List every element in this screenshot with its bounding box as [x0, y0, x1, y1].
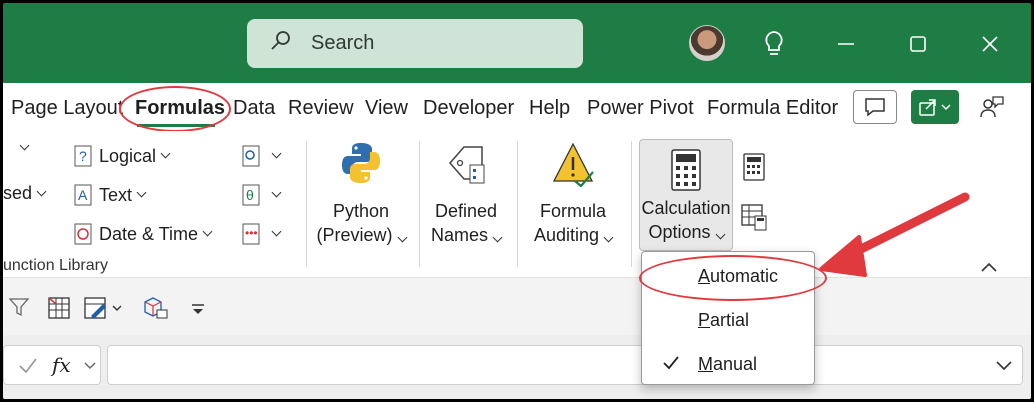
function-button-cut[interactable]: sed	[3, 183, 47, 204]
filter-icon[interactable]	[8, 296, 31, 323]
date-time-button[interactable]: Date & Time	[73, 223, 213, 245]
tab-help[interactable]: Help	[529, 97, 570, 120]
chevron-down-icon[interactable]	[84, 361, 96, 371]
group-separator	[631, 141, 632, 267]
table-icon[interactable]	[47, 296, 71, 325]
comment-icon	[865, 98, 885, 117]
lightbulb-icon[interactable]	[759, 29, 789, 59]
formula-controls: fx	[3, 345, 101, 385]
group-separator	[419, 141, 420, 267]
formula-auditing-button[interactable]: Formula Auditing	[525, 141, 621, 247]
lookup-icon	[241, 145, 261, 167]
tab-power-pivot[interactable]: Power Pivot	[587, 97, 694, 120]
calculator-icon	[670, 148, 702, 197]
calculator-small-icon	[743, 153, 765, 181]
menu-item-partial[interactable]: Partial	[698, 310, 749, 331]
sheet-calculator-icon	[741, 204, 767, 231]
search-box[interactable]: Search	[247, 19, 583, 68]
annotation-circle-automatic	[639, 255, 827, 301]
logical-icon: ?	[73, 145, 93, 167]
svg-text:θ: θ	[246, 187, 254, 203]
enter-check-icon[interactable]	[18, 356, 38, 376]
tag-icon	[449, 146, 485, 184]
svg-text:•••: •••	[245, 226, 258, 240]
warning-check-icon	[552, 142, 594, 188]
share-icon	[919, 99, 951, 116]
collapse-ribbon-icon[interactable]	[981, 259, 997, 277]
avatar[interactable]	[689, 25, 725, 61]
menu-item-manual[interactable]: Manual	[698, 354, 757, 375]
calculate-sheet-button[interactable]	[741, 203, 767, 236]
insert-function-button[interactable]: fx	[52, 353, 71, 377]
python-button[interactable]: Python (Preview)	[313, 141, 409, 247]
minimize-icon[interactable]	[831, 29, 861, 59]
maximize-icon[interactable]	[903, 29, 933, 59]
tab-data[interactable]: Data	[233, 97, 275, 120]
tab-developer[interactable]: Developer	[423, 97, 514, 120]
math-trig-button[interactable]: θ	[241, 184, 282, 206]
annotation-arrow	[819, 192, 970, 277]
clock-icon	[73, 223, 93, 245]
formula-bar: fx	[3, 335, 1031, 399]
calculate-now-button[interactable]	[743, 153, 765, 186]
tab-page-layout[interactable]: Page Layout	[11, 97, 123, 120]
tab-review[interactable]: Review	[288, 97, 354, 120]
more-functions-icon: •••	[241, 223, 261, 245]
ribbon-tabs: Page Layout Formulas Data Review View De…	[3, 83, 1031, 132]
logical-button[interactable]: ? Logical	[73, 145, 171, 167]
lookup-reference-button[interactable]	[241, 145, 282, 167]
excel-window: Search Page Layout Formulas Data Review …	[3, 3, 1031, 399]
defined-names-button[interactable]: Defined Names	[425, 141, 507, 247]
expand-formula-bar-icon[interactable]	[996, 360, 1012, 372]
edit-table-icon[interactable]	[83, 296, 123, 325]
hidden-function-dropdown[interactable]	[15, 140, 30, 151]
tab-formula-editor[interactable]: Formula Editor	[707, 97, 838, 120]
svg-text:A: A	[78, 187, 88, 203]
close-icon[interactable]	[975, 29, 1005, 59]
person-chat-icon	[980, 96, 1004, 118]
checkmark-icon	[663, 356, 679, 370]
comments-button[interactable]	[853, 90, 897, 124]
group-separator	[306, 141, 307, 267]
coauthor-button[interactable]	[975, 90, 1009, 124]
search-icon	[269, 29, 293, 58]
annotation-circle-formulas	[119, 86, 231, 132]
share-button[interactable]	[911, 90, 959, 124]
title-bar: Search	[3, 3, 1031, 83]
calculation-options-button[interactable]: Calculation Options	[639, 139, 733, 251]
customize-toolbar-icon[interactable]	[191, 302, 205, 320]
more-functions-button[interactable]: •••	[241, 223, 282, 245]
theta-icon: θ	[241, 184, 261, 206]
search-placeholder: Search	[311, 32, 375, 54]
formula-input[interactable]	[107, 345, 1023, 385]
text-icon: A	[73, 184, 93, 206]
python-icon	[342, 143, 380, 183]
group-separator	[517, 141, 518, 267]
text-button[interactable]: A Text	[73, 184, 147, 206]
svg-text:?: ?	[79, 148, 87, 164]
function-library-label: unction Library	[3, 257, 108, 274]
quick-access-toolbar	[3, 277, 1031, 335]
3d-model-icon[interactable]	[141, 296, 169, 325]
tab-view[interactable]: View	[365, 97, 408, 120]
